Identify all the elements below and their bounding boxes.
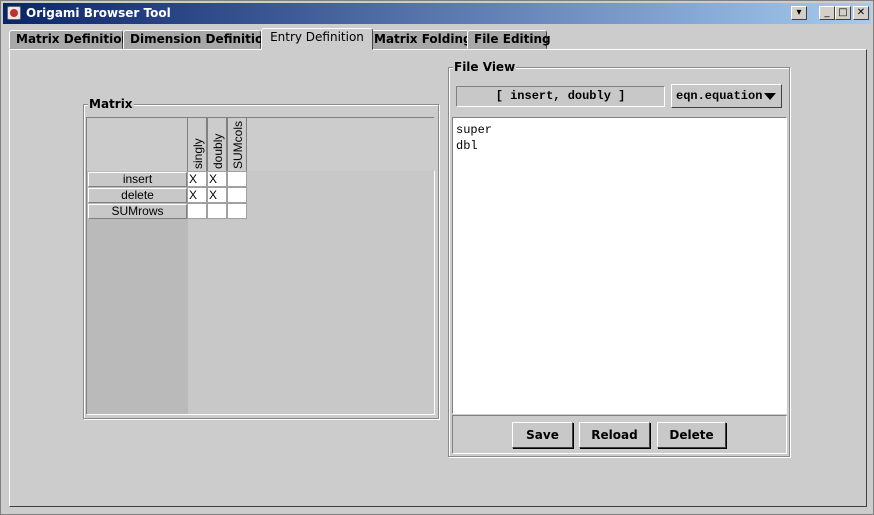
close-icon[interactable]: ✕ bbox=[853, 6, 869, 20]
main-window: Origami Browser Tool ▾ _ □ ✕ Matrix Defi… bbox=[0, 0, 874, 515]
matrix-cell[interactable]: X bbox=[207, 171, 227, 187]
matrix-cell[interactable] bbox=[227, 187, 247, 203]
file-select-dropdown[interactable]: eqn.equation bbox=[671, 84, 782, 108]
save-button[interactable]: Save bbox=[512, 422, 573, 448]
app-icon[interactable] bbox=[7, 6, 21, 20]
delete-button[interactable]: Delete bbox=[657, 422, 726, 448]
column-header-singly[interactable]: singly bbox=[187, 118, 207, 171]
file-select-value: eqn.equation bbox=[676, 89, 763, 103]
matrix-cell[interactable]: X bbox=[187, 171, 207, 187]
minimize-icon[interactable]: _ bbox=[819, 6, 835, 20]
matrix-group-title: Matrix bbox=[88, 97, 134, 111]
tab-file-editing[interactable]: File Editing bbox=[467, 30, 551, 49]
matrix-cell[interactable]: X bbox=[207, 187, 227, 203]
row-header-delete[interactable]: delete bbox=[88, 188, 187, 203]
window-menu-icon[interactable]: ▾ bbox=[791, 6, 807, 20]
file-view-group-title: File View bbox=[453, 60, 517, 74]
tab-matrix-folding[interactable]: Matrix Folding bbox=[367, 30, 472, 49]
matrix-cell[interactable]: X bbox=[187, 187, 207, 203]
tab-dimension-definition[interactable]: Dimension Definition bbox=[123, 30, 272, 49]
matrix-cell[interactable] bbox=[187, 203, 207, 219]
selected-entry-label: [ insert, doubly ] bbox=[456, 86, 665, 107]
maximize-icon[interactable]: □ bbox=[835, 6, 851, 20]
title-bar[interactable]: Origami Browser Tool ▾ _ □ ✕ bbox=[3, 3, 871, 24]
matrix-cell[interactable] bbox=[207, 203, 227, 219]
matrix-corner bbox=[87, 118, 188, 171]
tab-entry-definition[interactable]: Entry Definition bbox=[261, 28, 373, 50]
matrix-cell[interactable] bbox=[227, 171, 247, 187]
column-header-doubly[interactable]: doubly bbox=[207, 118, 227, 171]
matrix-table: singly doubly SUMcols insert delete SUMr… bbox=[86, 117, 435, 415]
file-content-editor[interactable]: super dbl bbox=[452, 117, 787, 414]
row-header-insert[interactable]: insert bbox=[88, 172, 187, 187]
matrix-cell[interactable] bbox=[227, 203, 247, 219]
row-header-sumrows[interactable]: SUMrows bbox=[88, 204, 187, 219]
chevron-down-icon[interactable] bbox=[764, 93, 776, 100]
column-header-sumcols[interactable]: SUMcols bbox=[227, 118, 247, 171]
window-title: Origami Browser Tool bbox=[26, 6, 171, 20]
reload-button[interactable]: Reload bbox=[579, 422, 650, 448]
tab-matrix-definition[interactable]: Matrix Definition bbox=[9, 30, 130, 49]
